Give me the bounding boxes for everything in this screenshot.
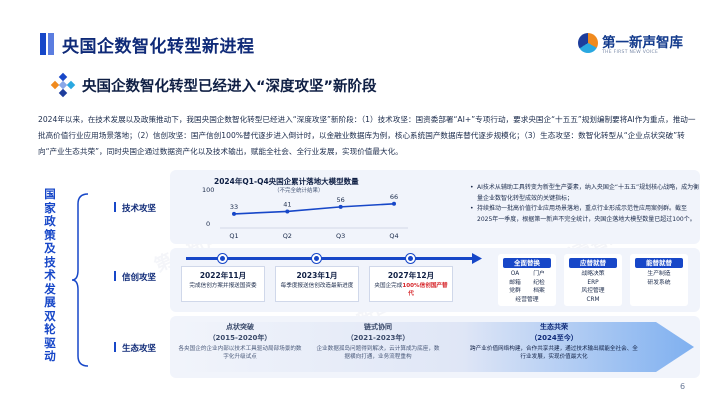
stage-name: 链式协同 — [364, 323, 392, 331]
eco-stage: 链式协同 （2021-2023年） 企业数据孤岛问题得到解决，云计算成为底座，数… — [316, 322, 440, 361]
category-item: 研发系统 — [647, 279, 671, 286]
data-point — [392, 201, 396, 206]
category-item: 门户 — [533, 271, 545, 277]
category-item: CRM — [586, 296, 600, 303]
timeline-card: 2022年11月 完成信创方案并报送国资委 — [181, 266, 265, 302]
vertical-label-char: 动 — [44, 349, 56, 363]
vertical-label: 国家政策及技术发展双轮驱动 — [36, 187, 64, 378]
stage-text: 各央国企的企业内部以技术工具驱动局部场景的数字化升级试点 — [178, 346, 302, 360]
data-point — [338, 204, 343, 209]
row-label-xinchuang: 信创攻坚 — [122, 273, 157, 283]
timeline-card: 2023年1月 每季度报送信创改造最新进度 — [275, 266, 359, 302]
category-item: OA — [510, 271, 520, 277]
page-title: 央国企数智化转型新进程 — [62, 37, 255, 57]
section-title: 央国企数智化转型已经进入“深度攻坚”新阶段 — [82, 79, 377, 95]
row-marker-icon — [114, 342, 122, 352]
vertical-label-char: 政 — [44, 214, 56, 228]
data-point — [285, 209, 290, 214]
timeline-card: 2027年12月 央国企完成100%信创国产替代 — [369, 266, 453, 302]
category-item: 生产制造 — [647, 271, 671, 277]
stage-years: （2024至今） — [530, 334, 578, 342]
row-label-eco: 生态攻坚 — [122, 344, 157, 354]
category-can-replace: 能替就替 生产制造 研发系统 — [630, 254, 688, 306]
intro-paragraph: 2024年以来，在技术发展以及政策推动下，我国央国企数智化转型已经进入“深度攻坚… — [38, 115, 696, 156]
diamond-cluster-icon — [50, 72, 76, 98]
category-item: 风控管理 — [581, 288, 605, 294]
row-marker-icon — [114, 202, 122, 212]
title-accent-bar — [48, 33, 54, 55]
category-item: ERP — [587, 279, 599, 286]
vertical-label-char: 双 — [44, 308, 56, 323]
timeline-text: 完成信创方案并报送国资委 — [189, 283, 257, 289]
data-label: 66 — [390, 193, 398, 201]
timeline-text: 每季度报送信创改造最新进度 — [280, 283, 354, 289]
series-line — [233, 203, 395, 215]
category-item: 邮箱 — [509, 279, 521, 286]
vertical-label-char: 及 — [44, 241, 56, 255]
category-head: 应替就替 — [569, 258, 617, 268]
vertical-label-char: 轮 — [44, 322, 56, 336]
category-full-replace: 全面替换 OA 门户 邮箱 纪检 党群 档案 经营管理 — [498, 254, 556, 306]
category-item: 党群 — [509, 288, 521, 294]
logo-text: 第一新声智库 — [602, 35, 683, 51]
data-point — [232, 211, 236, 216]
stage-name: 生态共荣 — [540, 323, 568, 331]
timeline-date: 2022年11月 — [199, 271, 247, 280]
timeline-dot — [312, 254, 321, 263]
vertical-label-char: 展 — [44, 295, 56, 309]
timeline-date: 2023年1月 — [296, 271, 338, 280]
vertical-label-char: 策 — [44, 227, 56, 242]
data-label: 56 — [337, 196, 345, 204]
vertical-label-char: 发 — [44, 281, 56, 296]
eco-stage: 点状突破 （2015-2020年） 各央国企的企业内部以技术工具驱动局部场景的数… — [178, 322, 302, 361]
logo-subtext: THE FIRST NEW VOICE — [602, 50, 659, 55]
category-item: 经营管理 — [515, 296, 539, 303]
vertical-label-char: 驱 — [44, 335, 56, 350]
row-marker-icon — [114, 271, 122, 281]
bullet-item: 持续推动一批高价值行业应用场景落地，重点行业形成示范性应用案例群。截至2025年… — [470, 204, 700, 225]
stage-name: 点状突破 — [226, 323, 254, 331]
tech-bullets: AI技术从辅助工具转变为新型生产要素，纳入央国企“十五五”规划核心战略，成为衡量… — [470, 183, 700, 225]
stage-years: （2021-2023年） — [346, 334, 410, 342]
title-accent-bar — [40, 33, 46, 55]
category-item: 战略决策 — [581, 271, 605, 277]
vertical-label-char: 技 — [44, 254, 56, 269]
timeline-text: 央国企完成100%信创国产替代 — [374, 283, 448, 297]
timeline-dot — [406, 254, 415, 263]
y-tick-label: 100 — [202, 186, 214, 194]
category-item: 纪检 — [533, 279, 545, 286]
vertical-label-char: 家 — [44, 200, 56, 215]
brand-logo: 第一新声智库 THE FIRST NEW VOICE — [578, 30, 708, 60]
timeline-arrow-icon — [472, 253, 482, 264]
eco-stage: 生态共荣 （2024至今） 跨产业价值网络构建，合作共享共建，通过技术输出赋能全… — [468, 322, 640, 361]
category-item: 档案 — [533, 288, 545, 294]
x-tick-label: Q4 — [389, 232, 398, 240]
brace-bracket — [71, 193, 89, 367]
slide: 第一新声智库 第一新声智库 第一新声智库 央国企数智化转型新进程 第一新声智库 … — [0, 0, 720, 404]
vertical-label-char: 术 — [44, 268, 56, 282]
data-label: 33 — [230, 203, 238, 211]
category-should-replace: 应替就替 战略决策 ERP 风控管理 CRM — [564, 254, 622, 306]
x-tick-label: Q1 — [229, 232, 238, 240]
x-tick-label: Q2 — [283, 232, 292, 240]
stage-years: （2015-2020年） — [208, 334, 272, 342]
line-chart: 100 0 33 Q1 41 Q2 56 Q3 66 Q4 — [202, 186, 408, 240]
vertical-label-char: 国 — [44, 187, 56, 201]
logo-icon — [578, 33, 598, 53]
bullet-item: AI技术从辅助工具转变为新型生产要素，纳入央国企“十五五”规划核心战略，成为衡量… — [470, 183, 700, 204]
timeline-dot — [218, 254, 227, 263]
y-tick-label: 0 — [206, 220, 210, 228]
category-head: 全面替换 — [503, 258, 551, 268]
category-head: 能替就替 — [635, 258, 683, 268]
timeline-highlight: 100%信创国产替代 — [402, 283, 448, 297]
x-tick-label: Q3 — [336, 232, 345, 240]
stage-text: 企业数据孤岛问题得到解决，云计算成为底座，数据横向打通，业务流程重构 — [316, 346, 440, 360]
page-number: 6 — [680, 382, 686, 391]
stage-text: 跨产业价值网络构建，合作共享共建，通过技术输出赋能全社会、全行业发展，实现价值最… — [470, 346, 638, 360]
timeline-line — [186, 257, 476, 260]
timeline-date: 2027年12月 — [387, 271, 435, 280]
row-label-tech: 技术攻坚 — [122, 204, 157, 214]
data-label: 41 — [283, 200, 291, 208]
